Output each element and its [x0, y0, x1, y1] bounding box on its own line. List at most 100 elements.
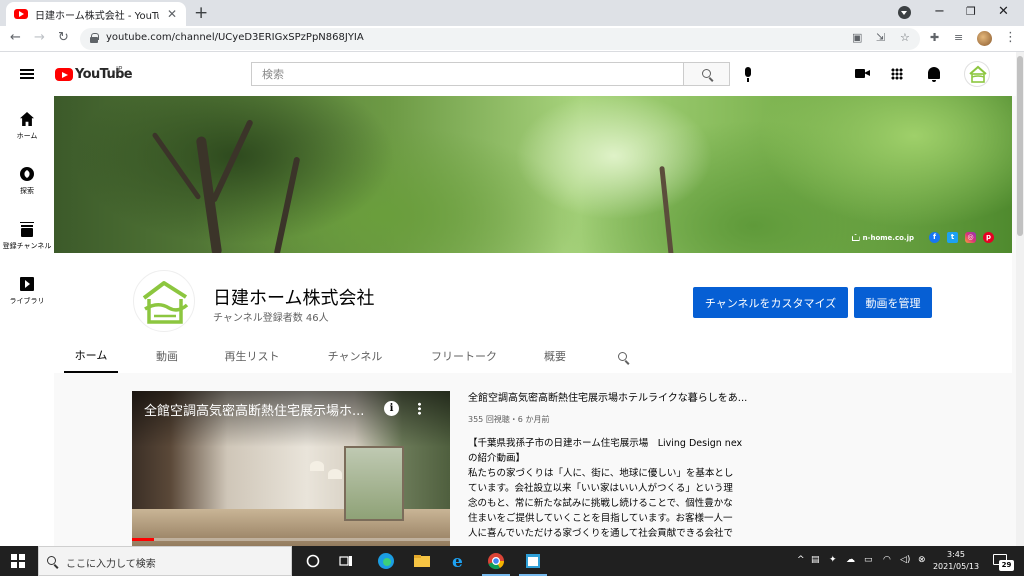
- task-view-icon[interactable]: [336, 551, 356, 571]
- extensions-icon[interactable]: ✚: [930, 31, 939, 44]
- customize-channel-button[interactable]: チャンネルをカスタマイズ: [693, 287, 848, 318]
- video-views: 355 回視聴・6 か月前: [468, 415, 550, 424]
- onedrive-cloud-icon[interactable]: ☁: [846, 555, 855, 565]
- bookmark-star-icon[interactable]: ☆: [900, 31, 910, 44]
- description-line: ています。会社設立以来「いい家はいい人がつくる」という理: [468, 483, 733, 494]
- chrome-menu-icon[interactable]: ⋮: [1004, 30, 1017, 45]
- taskbar-search-box[interactable]: ここに入力して検索: [38, 546, 292, 576]
- library-icon: [20, 277, 34, 291]
- pendant-light: [310, 461, 324, 471]
- description-line: 【千葉県我孫子市の日建ホーム住宅展示場 Living Design nex: [468, 438, 743, 449]
- taskbar-search-text: ここに入力して検索: [66, 559, 156, 570]
- notification-count-badge[interactable]: 29: [999, 560, 1014, 571]
- video-player[interactable]: 全館空調高気密高断熱住宅展示場ホ... i: [132, 391, 450, 546]
- tab-discussion[interactable]: フリートーク: [425, 339, 503, 373]
- guide-item-home[interactable]: ホーム: [0, 112, 54, 141]
- more-options-icon[interactable]: [418, 402, 421, 415]
- house-logo-icon: [142, 281, 189, 324]
- facebook-icon[interactable]: f: [929, 232, 940, 243]
- edge-icon[interactable]: [376, 551, 396, 571]
- install-icon[interactable]: ⇲: [876, 31, 885, 44]
- create-video-icon[interactable]: [855, 69, 870, 78]
- clock-time: 3:45: [947, 550, 965, 559]
- manage-videos-button[interactable]: 動画を管理: [854, 287, 932, 318]
- house-icon: [851, 234, 860, 241]
- browser-profile-avatar[interactable]: [977, 31, 992, 46]
- channel-name: 日建ホーム株式会社: [213, 288, 375, 309]
- forward-icon[interactable]: →: [34, 30, 45, 45]
- tab-close-icon[interactable]: ✕: [166, 7, 178, 21]
- apps-grid-icon[interactable]: [891, 68, 903, 80]
- banner-links: n-home.co.jp f t ◎ p: [851, 232, 994, 243]
- youtube-logo-icon[interactable]: [55, 68, 73, 81]
- close-tray-icon[interactable]: ⊗: [918, 555, 926, 565]
- tab-channels[interactable]: チャンネル: [320, 339, 390, 373]
- chrome-icon[interactable]: [482, 551, 510, 576]
- close-window-icon[interactable]: ✕: [998, 4, 1009, 19]
- page-scrollbar[interactable]: [1016, 52, 1024, 546]
- dropbox-icon[interactable]: ✦: [829, 555, 837, 565]
- tab-home[interactable]: ホーム: [64, 339, 118, 373]
- info-icon[interactable]: i: [384, 401, 399, 416]
- browser-tab[interactable]: 日建ホーム株式会社 - YouTube ✕: [6, 2, 186, 26]
- menu-icon[interactable]: [20, 69, 34, 79]
- channel-avatar[interactable]: [133, 270, 195, 332]
- minimize-icon[interactable]: −: [934, 4, 945, 19]
- media-control-icon[interactable]: ≡: [954, 31, 963, 44]
- restore-icon[interactable]: ❐: [966, 5, 976, 18]
- microphone-icon[interactable]: [745, 67, 751, 82]
- search-input[interactable]: [251, 62, 683, 86]
- video-title[interactable]: 全館空調高気密高断熱住宅展示場ホテルライクな暮らしをあ...: [468, 389, 768, 404]
- pinterest-icon[interactable]: p: [983, 232, 994, 243]
- cortana-icon[interactable]: [303, 551, 323, 571]
- file-explorer-icon[interactable]: [412, 551, 432, 571]
- channel-content: 全館空調高気密高断熱住宅展示場ホ... i 全館空調高気密高断熱住宅展示場ホテル…: [54, 373, 1012, 546]
- instagram-icon[interactable]: ◎: [965, 232, 976, 243]
- youtube-wordmark[interactable]: YouTube: [75, 67, 133, 82]
- tab-search-icon[interactable]: [898, 6, 911, 19]
- account-avatar[interactable]: [964, 61, 990, 87]
- video-progress-bar[interactable]: [132, 538, 450, 541]
- clock-date: 2021/05/13: [932, 562, 980, 571]
- channel-tabs: ホーム 動画 再生リスト チャンネル フリートーク 概要: [54, 339, 1012, 373]
- guide-item-library[interactable]: ライブラリ: [0, 277, 54, 306]
- scrollbar-thumb[interactable]: [1017, 56, 1023, 236]
- description-line: 念のもと、常に新たな試みに挑戦し続けることで、個性豊かな: [468, 498, 733, 509]
- search-button[interactable]: [683, 62, 730, 86]
- tab-playlists[interactable]: 再生リスト: [217, 339, 287, 373]
- show-hidden-icons-icon[interactable]: ^: [797, 555, 805, 565]
- guide-label: ホーム: [16, 132, 38, 140]
- wifi-icon[interactable]: ◠: [883, 555, 891, 565]
- back-icon[interactable]: ←: [10, 30, 21, 45]
- taskbar-clock[interactable]: 3:45 2021/05/13: [930, 549, 982, 573]
- internet-explorer-icon[interactable]: e: [449, 551, 469, 572]
- guide-item-subscriptions[interactable]: 登録チャンネル: [0, 222, 54, 251]
- tree-branch: [210, 118, 254, 204]
- browser-toolbar: ← → ↻ youtube.com/channel/UCyeD3ERIGxSPz…: [0, 26, 1024, 52]
- tab-videos[interactable]: 動画: [142, 339, 192, 373]
- tab-search[interactable]: [610, 339, 634, 373]
- search-icon: [47, 556, 56, 565]
- twitter-icon[interactable]: t: [947, 232, 958, 243]
- guide-item-explore[interactable]: 探索: [0, 167, 54, 196]
- banner-site-link[interactable]: n-home.co.jp: [851, 234, 914, 242]
- battery-icon[interactable]: ▭: [864, 555, 873, 565]
- explore-icon: [20, 167, 34, 181]
- qr-code-icon[interactable]: ▣: [852, 31, 862, 44]
- guide-label: 登録チャンネル: [2, 242, 52, 250]
- video-description: 【千葉県我孫子市の日建ホーム住宅展示場 Living Design nex の紹…: [468, 436, 768, 541]
- region-label: JP: [116, 65, 123, 73]
- address-bar[interactable]: youtube.com/channel/UCyeD3ERIGxSPzPpN868…: [80, 28, 920, 50]
- youtube-header: YouTube JP: [0, 52, 1016, 96]
- volume-icon[interactable]: ◁): [900, 555, 910, 565]
- app-window-icon[interactable]: [519, 551, 547, 576]
- tab-about[interactable]: 概要: [532, 339, 578, 373]
- home-icon: [20, 112, 34, 126]
- printer-icon[interactable]: ▤: [811, 555, 820, 565]
- notifications-bell-icon[interactable]: [928, 67, 940, 82]
- windows-start-icon[interactable]: [11, 554, 25, 568]
- new-tab-icon[interactable]: +: [194, 3, 208, 23]
- player-title[interactable]: 全館空調高気密高断熱住宅展示場ホ...: [144, 400, 376, 419]
- reload-icon[interactable]: ↻: [58, 30, 69, 45]
- video-metadata: 全館空調高気密高断熱住宅展示場ホテルライクな暮らしをあ... 355 回視聴・6…: [468, 389, 768, 541]
